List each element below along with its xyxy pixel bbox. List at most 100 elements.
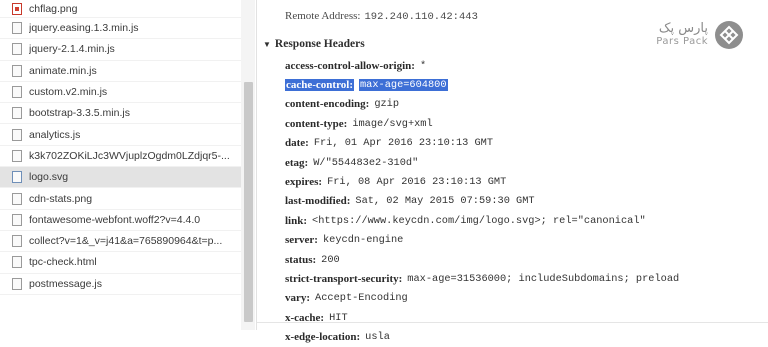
file-row[interactable]: jquery.easing.1.3.min.js [0, 18, 241, 40]
file-name: analytics.js [29, 128, 81, 141]
header-value: * [419, 59, 427, 72]
file-name: cdn-stats.png [29, 192, 93, 205]
file-row[interactable]: tpc-check.html [0, 252, 241, 274]
header-value: max-age=31536000; includeSubdomains; pre… [407, 272, 680, 285]
file-icon [12, 213, 22, 226]
header-value: W/"554483e2-310d" [313, 156, 419, 169]
parspack-logo-icon [715, 21, 743, 49]
triangle-down-icon: ▼ [263, 40, 271, 49]
header-name: content-type: [285, 117, 348, 130]
scrollbar-thumb[interactable] [244, 82, 253, 322]
header-name: server: [285, 234, 318, 247]
file-name: k3k702ZOKiLJc3WVjuplzOgdm0LZdjqr5-... [29, 149, 230, 162]
header-value: max-age=604800 [359, 79, 448, 92]
header-row: content-type: image/svg+xml [285, 114, 679, 133]
file-row[interactable]: collect?v=1&_v=j41&a=765890964&t=p... [0, 231, 241, 253]
remote-address-value: 192.240.110.42:443 [364, 11, 478, 23]
remote-address-label: Remote Address: [285, 10, 361, 22]
svg-file-icon [12, 171, 22, 184]
file-name: tpc-check.html [29, 256, 97, 269]
file-name: collect?v=1&_v=j41&a=765890964&t=p... [29, 235, 223, 248]
file-row[interactable]: postmessage.js [0, 274, 241, 295]
file-row[interactable]: logo.svg [0, 167, 241, 189]
header-row: server: keycdn-engine [285, 231, 679, 250]
header-row: x-cache: HIT [285, 308, 679, 327]
file-icon [12, 235, 22, 248]
file-icon [12, 149, 22, 162]
file-name: postmessage.js [29, 277, 102, 290]
file-name: jquery-2.1.4.min.js [29, 43, 115, 56]
header-row: cache-control: max-age=604800 [285, 75, 679, 94]
header-value: 200 [321, 253, 340, 266]
file-icon [12, 43, 22, 56]
header-row: x-edge-location: usla [285, 327, 679, 346]
parspack-logo: پارس پک Pars Pack [656, 20, 744, 50]
file-name: logo.svg [29, 171, 69, 184]
header-value: gzip [374, 98, 400, 111]
remote-address: Remote Address: 192.240.110.42:443 [285, 10, 478, 23]
file-row[interactable]: bootstrap-3.3.5.min.js [0, 103, 241, 125]
file-row[interactable]: animate.min.js [0, 61, 241, 82]
header-name: content-encoding: [285, 98, 370, 111]
file-icon [12, 192, 22, 205]
divider [257, 322, 768, 323]
header-name: link: [285, 214, 308, 227]
file-icon [12, 277, 22, 290]
file-row[interactable]: cdn-stats.png [0, 188, 241, 210]
header-name: cache-control: [285, 79, 354, 92]
header-value: image/svg+xml [352, 117, 433, 130]
header-name: expires: [285, 176, 323, 189]
header-row: status: 200 [285, 250, 679, 269]
logo-text-fa: پارس پک [658, 21, 708, 36]
headers-panel: Remote Address: 192.240.110.42:443 ▼ Respo… [257, 0, 768, 343]
header-name: strict-transport-security: [285, 272, 403, 285]
file-row[interactable]: k3k702ZOKiLJc3WVjuplzOgdm0LZdjqr5-... [0, 146, 241, 168]
header-row: expires: Fri, 08 Apr 2016 23:10:13 GMT [285, 172, 679, 191]
header-row: strict-transport-security: max-age=315360… [285, 269, 679, 288]
request-list: chflag.png jquery.easing.1.3.min.js jquery… [0, 0, 256, 295]
file-row[interactable]: custom.v2.min.js [0, 82, 241, 104]
header-row: date: Fri, 01 Apr 2016 23:10:13 GMT [285, 134, 679, 153]
header-name: last-modified: [285, 195, 351, 208]
header-name: etag: [285, 156, 309, 169]
png-image-icon [12, 2, 22, 15]
file-icon [12, 107, 22, 120]
file-name: custom.v2.min.js [29, 86, 108, 99]
logo-text-en: Pars Pack [656, 36, 708, 47]
response-headers-title: Response Headers [274, 38, 365, 50]
header-name: vary: [285, 292, 311, 305]
scrollbar[interactable] [241, 0, 255, 330]
header-name: date: [285, 137, 309, 150]
file-row[interactable]: fontawesome-webfont.woff2?v=4.4.0 [0, 210, 241, 231]
response-headers-toggle[interactable]: ▼ Response Headers [263, 38, 365, 50]
header-row: vary: Accept-Encoding [285, 289, 679, 308]
header-value: usla [365, 331, 390, 344]
header-row: access-control-allow-origin: * [285, 56, 679, 75]
file-icon [12, 86, 22, 99]
header-value: Accept-Encoding [315, 292, 408, 305]
header-value: Fri, 01 Apr 2016 23:10:13 GMT [313, 137, 494, 150]
header-value: <https://www.keycdn.com/img/logo.svg>; r… [312, 214, 646, 227]
file-icon [12, 64, 22, 77]
header-row: link: <https://www.keycdn.com/img/logo.sv… [285, 211, 679, 230]
file-name: jquery.easing.1.3.min.js [29, 22, 139, 35]
file-name: chflag.png [29, 2, 78, 15]
header-row: etag: W/"554483e2-310d" [285, 153, 679, 172]
file-icon [12, 256, 22, 269]
header-name: x-edge-location: [285, 331, 361, 344]
header-value: Fri, 08 Apr 2016 23:10:13 GMT [327, 176, 507, 189]
header-row: content-encoding: gzip [285, 95, 679, 114]
file-name: animate.min.js [29, 64, 97, 77]
file-name: fontawesome-webfont.woff2?v=4.4.0 [29, 213, 201, 226]
file-icon [12, 22, 22, 35]
file-row[interactable]: analytics.js [0, 124, 241, 146]
file-row[interactable]: chflag.png [0, 0, 241, 18]
header-name: status: [285, 253, 317, 266]
file-row[interactable]: jquery-2.1.4.min.js [0, 39, 241, 61]
file-list-panel: chflag.png jquery.easing.1.3.min.js jquery… [0, 0, 257, 330]
file-name: bootstrap-3.3.5.min.js [29, 107, 130, 120]
header-value: keycdn-engine [322, 234, 404, 247]
file-icon [12, 128, 22, 141]
header-name: access-control-allow-origin: [285, 59, 415, 72]
response-headers-list: access-control-allow-origin: * cache-contr… [285, 56, 679, 347]
